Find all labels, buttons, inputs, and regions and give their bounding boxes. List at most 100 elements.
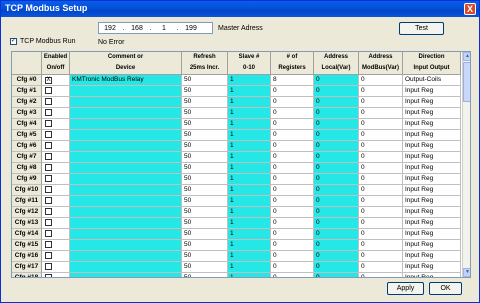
enabled-checkbox[interactable] [45,120,52,127]
cell-comment[interactable] [70,119,182,130]
cell-direction[interactable]: Input Reg [403,185,461,196]
cell-slave[interactable]: 1 [228,262,271,273]
cell-comment[interactable] [70,273,182,277]
cell-local[interactable]: 0 [314,229,359,240]
cell-regs[interactable]: 0 [271,262,314,273]
cell-direction[interactable]: Input Reg [403,174,461,185]
cell-refresh[interactable]: 50 [182,251,228,262]
cell-local[interactable]: 0 [314,251,359,262]
cell-direction[interactable]: Input Reg [403,262,461,273]
enabled-checkbox[interactable] [45,131,52,138]
enabled-checkbox[interactable] [45,208,52,215]
close-button[interactable]: X [464,3,476,15]
cell-direction[interactable]: Input Reg [403,119,461,130]
enabled-checkbox[interactable] [45,252,52,259]
cell-regs[interactable]: 0 [271,218,314,229]
cell-modbus[interactable]: 0 [359,251,403,262]
cell-local[interactable]: 0 [314,108,359,119]
cell-refresh[interactable]: 50 [182,240,228,251]
cell-refresh[interactable]: 50 [182,97,228,108]
enabled-checkbox[interactable] [45,87,52,94]
cell-refresh[interactable]: 50 [182,152,228,163]
cell-local[interactable]: 0 [314,141,359,152]
cell-enabled[interactable] [42,130,70,141]
cell-refresh[interactable]: 50 [182,229,228,240]
cell-local[interactable]: 0 [314,196,359,207]
cell-regs[interactable]: 0 [271,174,314,185]
cell-direction[interactable]: Input Reg [403,218,461,229]
cell-comment[interactable] [70,218,182,229]
cell-local[interactable]: 0 [314,97,359,108]
cell-refresh[interactable]: 50 [182,141,228,152]
cell-refresh[interactable]: 50 [182,86,228,97]
cell-direction[interactable]: Input Reg [403,273,461,277]
title-bar[interactable]: TCP Modbus Setup X [1,1,479,17]
cell-refresh[interactable]: 50 [182,207,228,218]
cell-refresh[interactable]: 50 [182,174,228,185]
cell-enabled[interactable] [42,240,70,251]
row-header[interactable]: Cfg #15 [12,240,42,251]
cell-direction[interactable]: Input Reg [403,108,461,119]
cell-comment[interactable] [70,196,182,207]
row-header[interactable]: Cfg #6 [12,141,42,152]
ip-octet-3[interactable]: 1 [153,25,175,32]
cell-slave[interactable]: 1 [228,108,271,119]
cell-enabled[interactable] [42,229,70,240]
row-header[interactable]: Cfg #7 [12,152,42,163]
cell-modbus[interactable]: 0 [359,185,403,196]
cell-direction[interactable]: Input Reg [403,163,461,174]
cell-refresh[interactable]: 50 [182,262,228,273]
cell-regs[interactable]: 8 [271,75,314,86]
cell-regs[interactable]: 0 [271,163,314,174]
cell-comment[interactable] [70,174,182,185]
enabled-checkbox[interactable] [45,274,52,277]
cell-enabled[interactable] [42,273,70,277]
enabled-checkbox[interactable] [45,241,52,248]
cell-enabled[interactable] [42,174,70,185]
cell-modbus[interactable]: 0 [359,163,403,174]
row-header[interactable]: Cfg #4 [12,119,42,130]
cell-enabled[interactable] [42,196,70,207]
row-header[interactable]: Cfg #8 [12,163,42,174]
cell-enabled[interactable] [42,97,70,108]
cell-local[interactable]: 0 [314,152,359,163]
cell-local[interactable]: 0 [314,174,359,185]
cell-comment[interactable] [70,108,182,119]
cell-refresh[interactable]: 50 [182,75,228,86]
apply-button[interactable]: Apply [387,282,424,295]
cell-enabled[interactable] [42,119,70,130]
cell-regs[interactable]: 0 [271,108,314,119]
cell-local[interactable]: 0 [314,207,359,218]
cell-regs[interactable]: 0 [271,152,314,163]
row-header[interactable]: Cfg #5 [12,130,42,141]
cell-local[interactable]: 0 [314,75,359,86]
master-ip-input[interactable]: 192 . 168 . 1 . 199 [98,22,213,34]
cell-slave[interactable]: 1 [228,97,271,108]
row-header[interactable]: Cfg #0 [12,75,42,86]
ip-octet-1[interactable]: 192 [99,25,121,32]
enabled-checkbox[interactable] [45,142,52,149]
row-header[interactable]: Cfg #17 [12,262,42,273]
cell-modbus[interactable]: 0 [359,97,403,108]
cell-modbus[interactable]: 0 [359,218,403,229]
cell-slave[interactable]: 1 [228,141,271,152]
cell-enabled[interactable] [42,218,70,229]
ip-octet-2[interactable]: 168 [126,25,148,32]
row-header[interactable]: Cfg #11 [12,196,42,207]
cell-regs[interactable]: 0 [271,273,314,277]
cell-enabled[interactable]: X [42,75,70,86]
cell-slave[interactable]: 1 [228,75,271,86]
cell-comment[interactable] [70,130,182,141]
cell-slave[interactable]: 1 [228,152,271,163]
cell-refresh[interactable]: 50 [182,163,228,174]
cell-slave[interactable]: 1 [228,185,271,196]
cell-direction[interactable]: Input Reg [403,229,461,240]
cell-direction[interactable]: Input Reg [403,152,461,163]
cell-refresh[interactable]: 50 [182,130,228,141]
cell-slave[interactable]: 1 [228,86,271,97]
enabled-checkbox[interactable] [45,186,52,193]
cell-comment[interactable] [70,152,182,163]
enabled-checkbox[interactable] [45,263,52,270]
cell-local[interactable]: 0 [314,86,359,97]
cell-slave[interactable]: 1 [228,218,271,229]
